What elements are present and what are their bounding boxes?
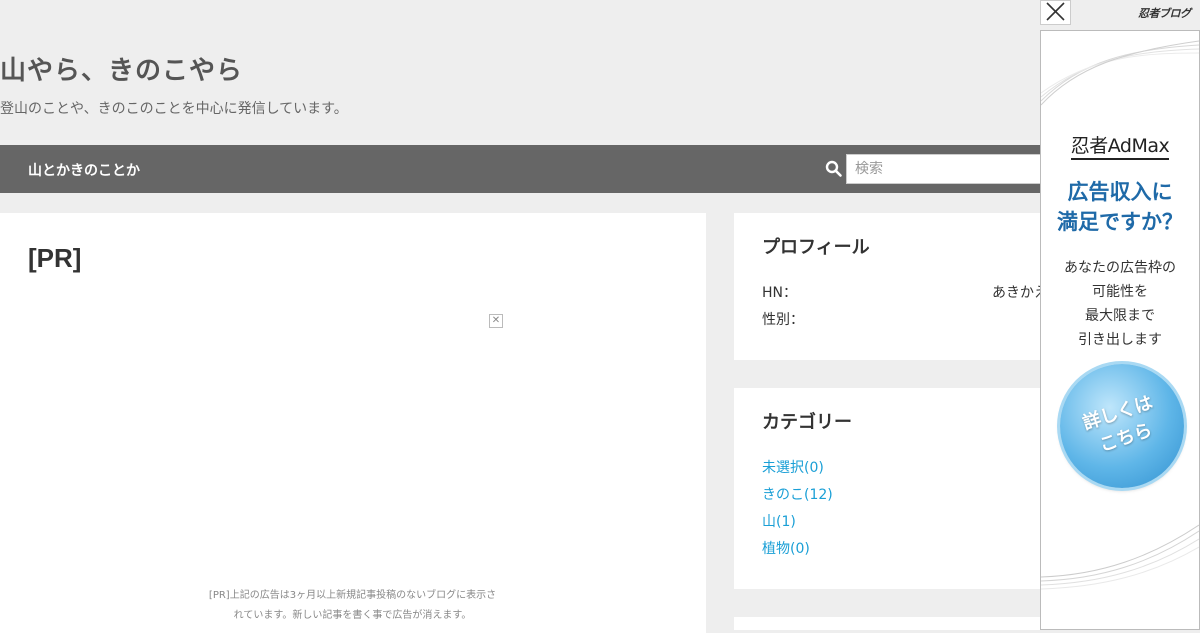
- ad-cta-label: 詳しくは こちら: [1080, 392, 1156, 457]
- search-icon[interactable]: [825, 160, 843, 178]
- ad-body-line: 引き出します: [1078, 332, 1162, 348]
- next-widget: [734, 617, 1074, 630]
- overlay-ad-panel[interactable]: 忍者AdMax 広告収入に 満足ですか？ あなたの広告枠の 可能性を 最大限まで…: [1040, 30, 1200, 630]
- overlay-close-button[interactable]: [1040, 0, 1071, 25]
- category-link[interactable]: 山(1): [762, 511, 796, 531]
- ad-body-line: あなたの広告枠の: [1064, 260, 1176, 276]
- category-link[interactable]: 未選択(0): [762, 457, 824, 477]
- site-description: 登山のことや、きのこのことを中心に発信しています。: [0, 101, 348, 117]
- category-link[interactable]: 植物(0): [762, 538, 810, 558]
- ad-brand-logo: 忍者AdMax: [1041, 131, 1199, 160]
- ad-headline-line-2: 満足ですか？: [1057, 210, 1183, 234]
- ad-cta-button[interactable]: 詳しくは こちら: [1060, 364, 1184, 488]
- profile-widget: プロフィール HN： あきかえ 性別： 男: [734, 213, 1074, 360]
- ad-body-text: あなたの広告枠の 可能性を 最大限まで 引き出します: [1041, 256, 1199, 352]
- profile-key: HN：: [762, 285, 797, 301]
- ad-decoration-top: [1041, 40, 1199, 106]
- category-title: カテゴリー: [762, 412, 852, 433]
- pr-notice-line-2: れています。新しい記事を書く事で広告が消えます。: [233, 610, 472, 621]
- category-widget: カテゴリー 未選択(0) きのこ(12) 山(1) 植物(0): [734, 388, 1074, 589]
- close-icon[interactable]: [1041, 1, 1070, 24]
- category-link[interactable]: きのこ(12): [762, 484, 833, 504]
- ninja-blog-logo[interactable]: 忍者ブログ: [1138, 5, 1191, 21]
- profile-key: 性別：: [762, 312, 804, 328]
- nav-item-home[interactable]: 山とかきのことか: [28, 160, 140, 180]
- profile-row-hn: HN： あきかえ: [762, 282, 1074, 302]
- main-article: [PR] ✕ [PR]上記の広告は3ヶ月以上新規記事投稿のないブログに表示さ れ…: [0, 213, 706, 633]
- profile-title: プロフィール: [762, 237, 870, 258]
- nav-bar: 山とかきのことか: [0, 145, 1200, 193]
- site-title[interactable]: 山やら、きのこやら: [0, 50, 243, 87]
- pr-notice-line-1: [PR]上記の広告は3ヶ月以上新規記事投稿のないブログに表示さ: [208, 590, 497, 601]
- ad-body-line: 最大限まで: [1085, 308, 1155, 324]
- ad-close-icon[interactable]: ✕: [489, 314, 503, 328]
- profile-row-gender: 性別： 男: [762, 309, 1074, 329]
- ad-headline-line-1: 広告収入に: [1067, 180, 1173, 204]
- ad-headline: 広告収入に 満足ですか？: [1041, 177, 1199, 237]
- ad-decoration-bottom: [1041, 524, 1199, 590]
- article-title: [PR]: [28, 243, 82, 273]
- pr-notice: [PR]上記の広告は3ヶ月以上新規記事投稿のないブログに表示さ れています。新し…: [200, 586, 505, 626]
- search-input[interactable]: [846, 154, 1046, 184]
- ad-body-line: 可能性を: [1092, 284, 1148, 300]
